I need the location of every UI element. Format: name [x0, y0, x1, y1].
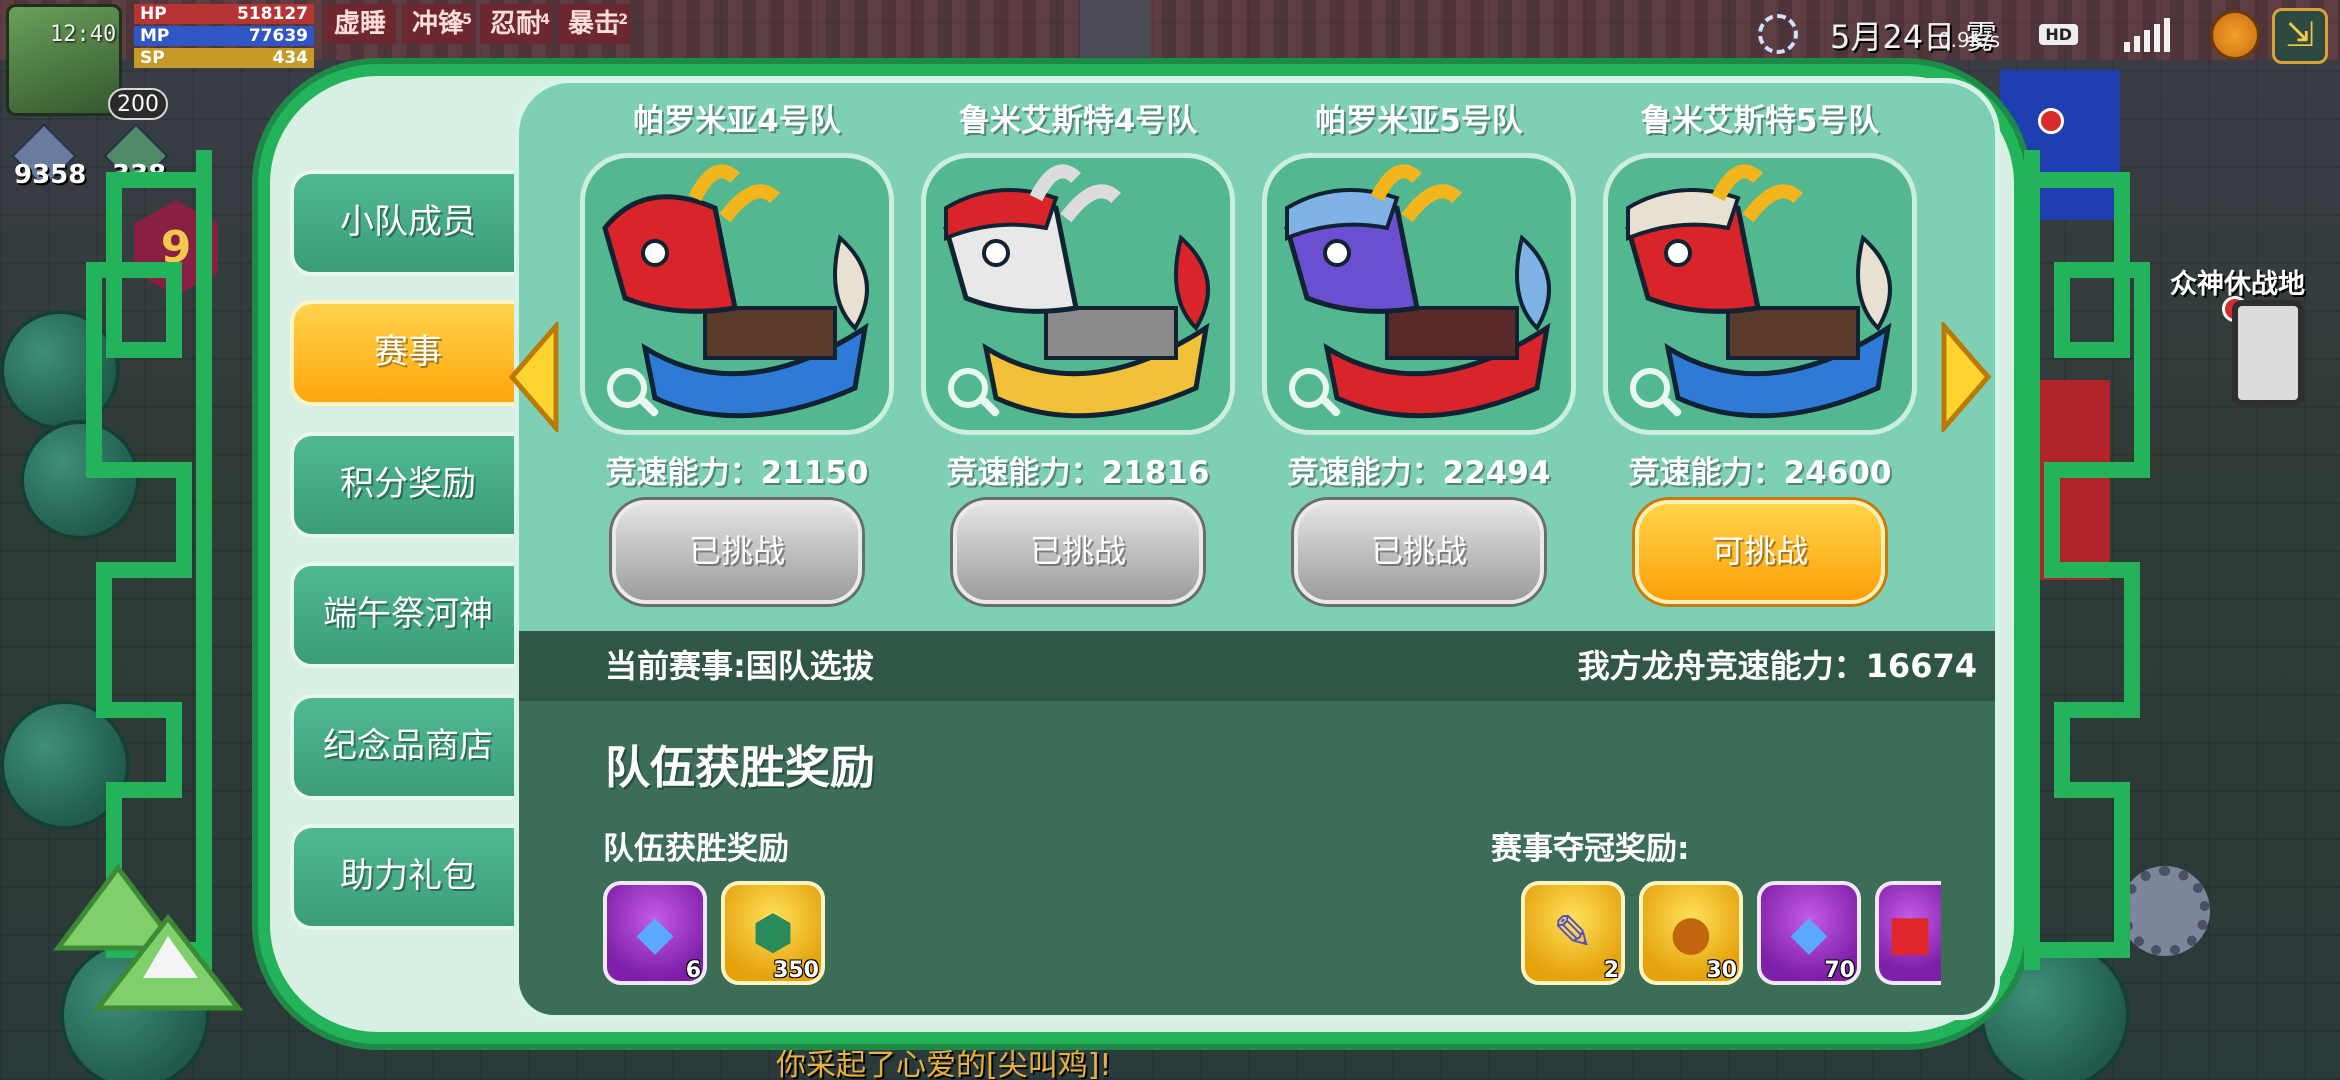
reward-title: 队伍获胜奖励: [605, 741, 876, 794]
tab-souvenir-shop[interactable]: 纪念品商店: [290, 694, 526, 800]
tab-support-pack[interactable]: 助力礼包: [290, 824, 526, 930]
challenge-button[interactable]: 已挑战: [612, 500, 862, 604]
buff-item: 冲锋 5: [402, 4, 475, 44]
challenge-button[interactable]: 可挑战: [1635, 500, 1885, 604]
buff-item: 忍耐 4: [480, 4, 553, 44]
champion-reward-label: 赛事夺冠奖励:: [1491, 831, 1690, 867]
our-boat-speed: 我方龙舟竞速能力：16674: [1577, 647, 1977, 685]
tab-points-reward[interactable]: 积分奖励: [290, 432, 526, 538]
lattice-ornament-right: [2024, 150, 2150, 970]
green-gem-icon[interactable]: ⬢ 350: [721, 881, 825, 985]
tab-team-members[interactable]: 小队成员: [290, 170, 526, 276]
search-icon[interactable]: [1630, 368, 1670, 408]
arrow-right-icon[interactable]: [1938, 322, 1994, 432]
zongzi-icon[interactable]: [38, 838, 248, 1018]
globe-icon[interactable]: [2210, 10, 2260, 60]
dragon-boat-preview[interactable]: [1262, 153, 1576, 435]
team-name: 帕罗米亚5号队: [1315, 103, 1523, 139]
purple-gem-icon[interactable]: ◆ 6: [603, 881, 707, 985]
search-icon[interactable]: [1289, 368, 1329, 408]
arrow-left-icon[interactable]: [506, 322, 562, 432]
purple-gem-icon[interactable]: ◆ 70: [1757, 881, 1861, 985]
scroll-icon[interactable]: ✎ 2: [1521, 881, 1625, 985]
challenge-button[interactable]: 已挑战: [1294, 500, 1544, 604]
team-win-reward-list: ◆ 6 ⬢ 350: [603, 881, 825, 985]
team-speed: 竞速能力：21150: [605, 455, 869, 491]
minimize-icon[interactable]: ⇲: [2272, 8, 2328, 64]
dragon-boat-preview[interactable]: [1603, 153, 1917, 435]
red-envelope-icon[interactable]: ■: [1875, 881, 1941, 985]
team-name: 鲁米艾斯特5号队: [1640, 103, 1880, 139]
team-card: 帕罗米亚5号队 竞速能力：22494 已挑战: [1259, 99, 1579, 604]
team-card: 鲁米艾斯特5号队 竞速能力：24600 可挑战: [1600, 99, 1920, 604]
team-name: 帕罗米亚4号队: [633, 103, 841, 139]
chat-message: 你采起了心爱的[尖叫鸡]!: [776, 1048, 1112, 1080]
event-info-strip: 当前赛事:国队选拔 我方龙舟竞速能力：16674: [519, 631, 1995, 701]
dragon-boat-preview[interactable]: [921, 153, 1235, 435]
buff-item: 虚睡: [324, 4, 397, 44]
status-bar: 12:40 200 HP 518127 MP 77639 SP 434 虚睡 冲锋 5 …: [0, 0, 2340, 120]
handshake-coin-icon[interactable]: ● 30: [1639, 881, 1743, 985]
search-icon[interactable]: [607, 368, 647, 408]
map-pin-icon: [2038, 108, 2064, 134]
search-icon[interactable]: [948, 368, 988, 408]
team-name: 鲁米艾斯特4号队: [958, 103, 1198, 139]
team-card: 鲁米艾斯特4号队 竞速能力：21816 已挑战: [918, 99, 1238, 604]
hd-badge: HD: [2039, 24, 2078, 45]
team-card: 帕罗米亚4号队 竞速能力：21150 已挑战: [577, 99, 897, 604]
weather-sun-icon: [1758, 14, 1798, 54]
current-event-label: 当前赛事:国队选拔: [605, 647, 874, 685]
player-level-badge: 200: [108, 88, 168, 120]
tab-event[interactable]: 赛事: [290, 300, 526, 406]
mp-bar: MP 77639: [134, 26, 314, 46]
team-win-reward-label: 队伍获胜奖励: [603, 831, 789, 867]
phone-icon[interactable]: [2232, 300, 2304, 406]
challenge-button[interactable]: 已挑战: [953, 500, 1203, 604]
signal-icon: [2124, 18, 2170, 52]
team-speed: 竞速能力：24600: [1628, 455, 1892, 491]
event-content-panel: 帕罗米亚4号队 竞速能力：21150 已挑战 鲁米艾斯特4号队 竞速能力：218…: [514, 78, 2000, 1020]
player-stat-bars: HP 518127 MP 77639 SP 434: [134, 4, 314, 70]
team-speed: 竞速能力：21816: [946, 455, 1210, 491]
map-poi-label: 众神休战地: [2170, 269, 2305, 300]
team-speed: 竞速能力：22494: [1287, 455, 1551, 491]
net-speed: 0.9K/s: [1937, 28, 2000, 52]
sp-bar: SP 434: [134, 48, 314, 68]
dragon-boat-preview[interactable]: [580, 153, 894, 435]
buff-item: 暴击 2: [558, 4, 631, 44]
champion-reward-list: ✎ 2 ● 30 ◆ 70 ■: [1521, 881, 1941, 985]
reward-section: 队伍获胜奖励 队伍获胜奖励 赛事夺冠奖励: ◆ 6 ⬢ 350 ✎ 2 ● 30: [519, 701, 1995, 1015]
tab-river-god-festival[interactable]: 端午祭河神: [290, 562, 526, 668]
player-avatar[interactable]: [6, 4, 122, 116]
clock: 12:40: [50, 22, 117, 47]
hp-bar: HP 518127: [134, 4, 314, 24]
buff-list: 虚睡 冲锋 5 忍耐 4 暴击 2: [324, 4, 631, 44]
